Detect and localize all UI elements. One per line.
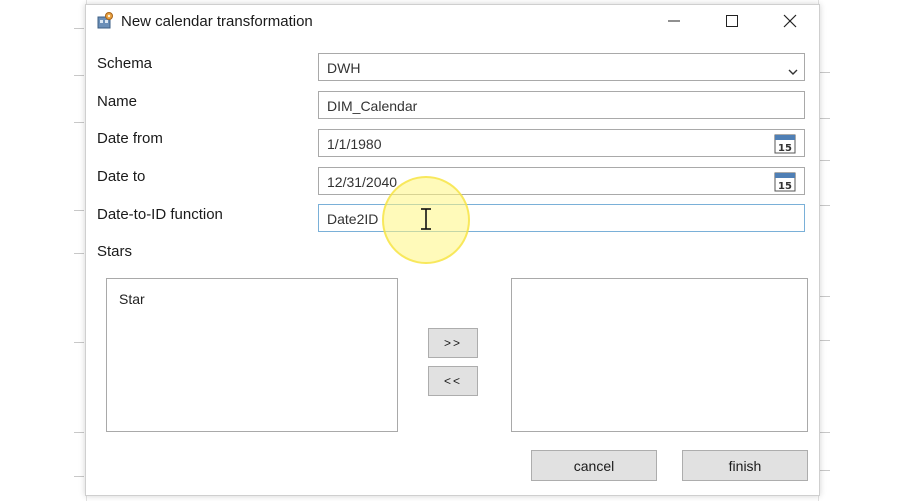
- close-button[interactable]: [761, 5, 819, 37]
- schema-label: Schema: [97, 55, 153, 72]
- background-tick: [74, 253, 84, 254]
- date-from-input[interactable]: 1/1/1980 15: [318, 129, 805, 157]
- maximize-icon: [726, 15, 738, 27]
- background-tick: [820, 296, 830, 297]
- date-to-label: Date to: [97, 168, 146, 185]
- background-right-panel: [818, 0, 833, 501]
- background-tick: [820, 432, 830, 433]
- title-bar[interactable]: New calendar transformation: [86, 5, 819, 37]
- background-tick: [74, 75, 84, 76]
- date-from-label: Date from: [97, 130, 163, 147]
- dialog-title: New calendar transformation: [121, 13, 313, 30]
- calendar-day: 15: [778, 181, 792, 192]
- date-to-input[interactable]: 12/31/2040 15: [318, 167, 805, 195]
- date-to-value: 12/31/2040: [327, 174, 398, 190]
- chevron-down-icon[interactable]: [788, 63, 798, 81]
- close-icon: [783, 14, 797, 28]
- calendar-icon[interactable]: 15: [774, 171, 796, 192]
- background-tick: [74, 210, 84, 211]
- background-tick: [74, 476, 84, 477]
- date-to-id-value: Date2ID: [327, 211, 379, 227]
- list-item[interactable]: Star: [119, 291, 145, 307]
- background-tick: [820, 118, 830, 119]
- calendar-day: 15: [778, 143, 792, 154]
- available-stars-list[interactable]: Star: [106, 278, 398, 432]
- schema-value: DWH: [327, 60, 361, 76]
- calendar-icon[interactable]: 15: [774, 133, 796, 154]
- background-tick: [820, 340, 830, 341]
- background-tick: [820, 160, 830, 161]
- background-tick: [74, 432, 84, 433]
- background-tick: [820, 72, 830, 73]
- date-to-id-label: Date-to-ID function: [97, 206, 223, 223]
- add-star-button[interactable]: >>: [428, 328, 478, 358]
- selected-stars-list[interactable]: [511, 278, 808, 432]
- cancel-button[interactable]: cancel: [531, 450, 657, 481]
- background-tick: [74, 342, 84, 343]
- background-tick: [820, 205, 830, 206]
- schema-select[interactable]: DWH: [318, 53, 805, 81]
- name-label: Name: [97, 93, 138, 110]
- text-cursor-icon: [419, 207, 433, 236]
- minimize-button[interactable]: [645, 5, 703, 37]
- name-value: DIM_Calendar: [327, 98, 418, 114]
- remove-star-button[interactable]: <<: [428, 366, 478, 396]
- calendar-transform-icon: [96, 12, 114, 30]
- maximize-button[interactable]: [703, 5, 761, 37]
- background-tick: [820, 470, 830, 471]
- background-tick: [74, 122, 84, 123]
- background-tick: [74, 28, 84, 29]
- date-from-value: 1/1/1980: [327, 136, 382, 152]
- finish-button[interactable]: finish: [682, 450, 808, 481]
- minimize-icon: [668, 15, 680, 27]
- name-input[interactable]: DIM_Calendar: [318, 91, 805, 119]
- stars-label: Stars: [97, 243, 133, 260]
